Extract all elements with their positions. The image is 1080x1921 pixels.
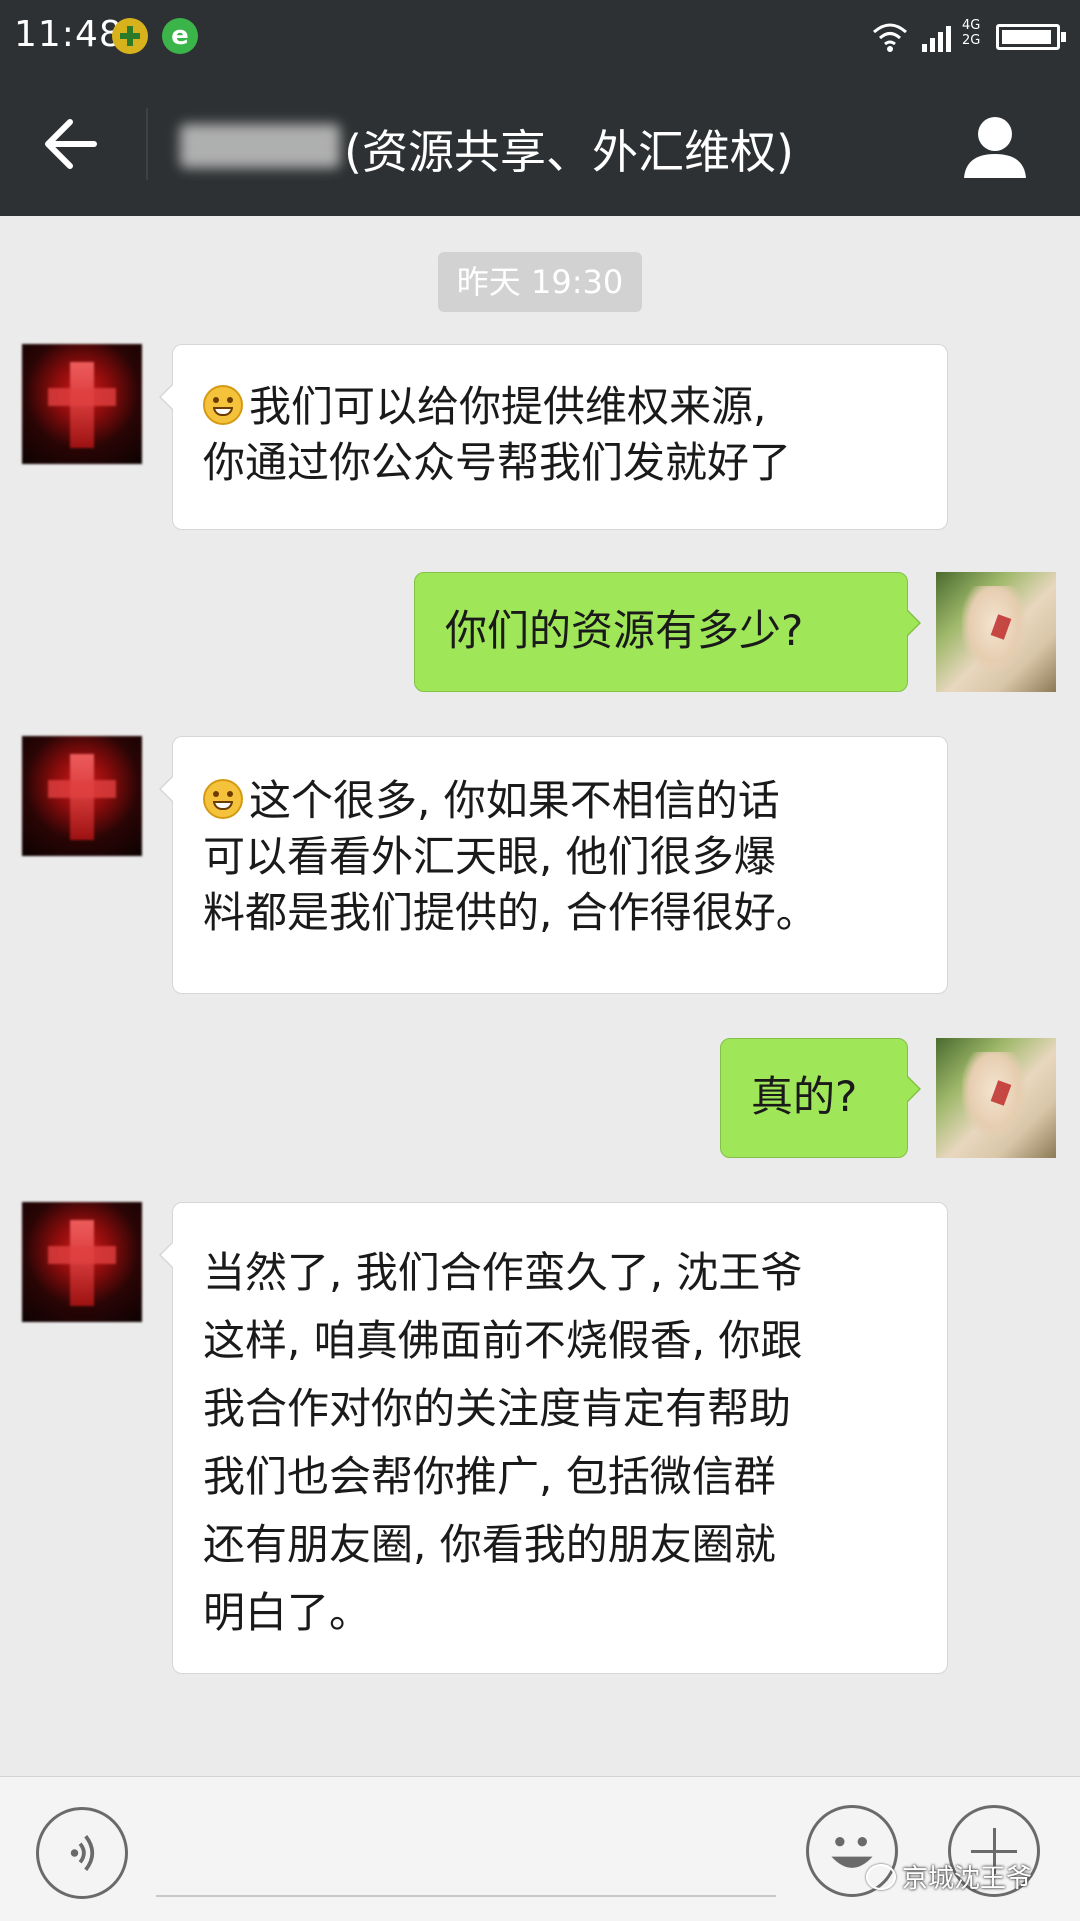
network-label-4g: 4G [962,18,981,33]
message-line: 我们也会帮你推广, 包括微信群 [203,1452,776,1501]
my-avatar[interactable] [936,572,1056,692]
obscured-group-name [180,124,340,168]
message-input[interactable] [156,1895,776,1897]
message-line: 我们可以给你提供维权来源, [203,379,917,435]
message-line: 这个很多, 你如果不相信的话 [203,773,917,829]
message-line: 这样, 咱真佛面前不烧假香, 你跟 [203,1316,803,1365]
status-bar: 11:48 e 4G 2G [0,0,1080,72]
message-bubble-outgoing[interactable]: 真的? [720,1038,921,1158]
chat-title[interactable]: (资源共享、外汇维权) [344,116,794,182]
contact-avatar[interactable] [22,1202,142,1322]
message-bubble-outgoing[interactable]: 你们的资源有多少? [414,572,921,692]
app-plus-icon [112,18,148,54]
input-bar [0,1776,1080,1921]
message-timestamp: 昨天 19:30 [438,252,642,312]
message-line: 你通过你公众号帮我们发就好了 [203,438,792,487]
message-bubble-incoming[interactable]: 这个很多, 你如果不相信的话 可以看看外汇天眼, 他们很多爆 料都是我们提供的,… [159,736,948,994]
message-text: 这个很多, 你如果不相信的话 [249,776,780,825]
message-text: 真的? [751,1072,858,1121]
message-line: 料都是我们提供的, 合作得很好。 [203,888,818,937]
message-line: 可以看看外汇天眼, 他们很多爆 [203,832,776,881]
status-time: 11:48 [14,14,123,55]
network-type-labels: 4G 2G [962,18,980,48]
message-line: 我合作对你的关注度肯定有帮助 [203,1384,792,1433]
message-bubble-incoming[interactable]: 我们可以给你提供维权来源, 你通过你公众号帮我们发就好了 [159,344,948,530]
message-text: 你们的资源有多少? [445,606,804,655]
message-line: 明白了。 [203,1588,372,1637]
message-line: 还有朋友圈, 你看我的朋友圈就 [203,1520,776,1569]
message-text: 我们可以给你提供维权来源, [249,382,767,431]
message-bubble-incoming[interactable]: 当然了, 我们合作蛮久了, 沈王爷 这样, 咱真佛面前不烧假香, 你跟 我合作对… [159,1202,948,1674]
battery-icon [996,24,1066,50]
profile-icon[interactable] [960,112,1030,182]
contact-avatar[interactable] [22,344,142,464]
laugh-emoji-icon [203,779,243,819]
wechat-logo-icon [866,1864,896,1890]
message-line: 当然了, 我们合作蛮久了, 沈王爷 [203,1248,803,1297]
browser-e-icon: e [162,18,198,54]
header-divider [146,108,148,180]
back-arrow-icon[interactable] [40,114,100,174]
grin-emoji-icon [203,385,243,425]
voice-icon[interactable] [36,1807,128,1899]
battery-level [1002,30,1051,44]
my-avatar[interactable] [936,1038,1056,1158]
chat-header: (资源共享、外汇维权) [0,72,1080,216]
watermark-text: 京城沈王爷 [902,1864,1033,1894]
network-label-2g: 2G [962,33,981,48]
watermark: 京城沈王爷 [866,1858,1032,1895]
contact-avatar[interactable] [22,736,142,856]
wifi-icon [873,23,907,52]
